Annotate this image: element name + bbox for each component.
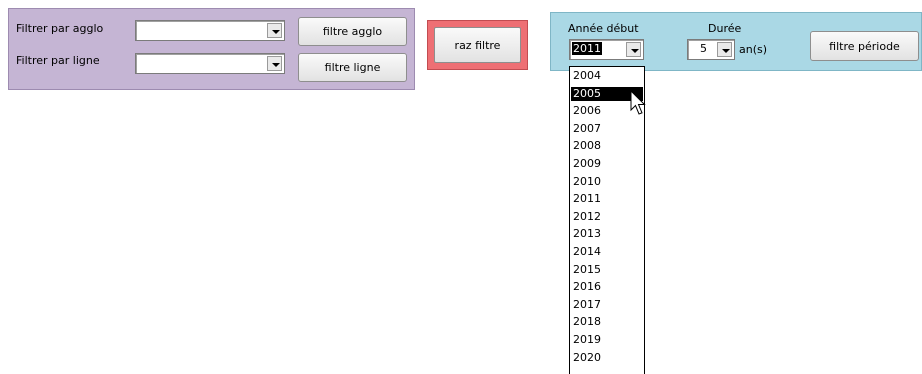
- reset-filter-button[interactable]: raz filtre: [434, 27, 521, 63]
- year-option-2010[interactable]: 2010: [571, 175, 643, 190]
- start-year-label: Année début: [568, 22, 639, 35]
- filter-agglo-button[interactable]: filtre agglo: [298, 17, 407, 46]
- duration-value: 5: [700, 42, 707, 55]
- year-option-2011[interactable]: 2011: [571, 192, 643, 207]
- start-year-select[interactable]: 2011: [569, 39, 644, 60]
- year-option-2020[interactable]: 2020: [571, 351, 643, 366]
- period-panel: Année début 2011 Durée 5 an(s) filtre pé…: [550, 12, 922, 71]
- chevron-down-icon[interactable]: [267, 23, 282, 38]
- filters-panel: Filtrer par agglo filtre agglo Filtrer p…: [8, 8, 415, 90]
- reset-panel: raz filtre: [427, 20, 528, 70]
- chevron-down-icon[interactable]: [626, 42, 641, 57]
- year-option-2012[interactable]: 2012: [571, 210, 643, 225]
- year-option-2008[interactable]: 2008: [571, 139, 643, 154]
- agglo-select[interactable]: [135, 20, 285, 41]
- year-option-2016[interactable]: 2016: [571, 280, 643, 295]
- year-option-2013[interactable]: 2013: [571, 227, 643, 242]
- year-option-2004[interactable]: 2004: [571, 69, 643, 84]
- year-option-2017[interactable]: 2017: [571, 298, 643, 313]
- duration-label: Durée: [708, 22, 742, 35]
- chevron-down-icon[interactable]: [267, 56, 282, 71]
- filter-ligne-button[interactable]: filtre ligne: [298, 53, 407, 82]
- year-option-2014[interactable]: 2014: [571, 245, 643, 260]
- year-option-2019[interactable]: 2019: [571, 333, 643, 348]
- duration-select[interactable]: 5: [687, 39, 735, 60]
- start-year-value: 2011: [572, 42, 602, 55]
- year-option-2007[interactable]: 2007: [571, 122, 643, 137]
- chevron-down-icon[interactable]: [717, 42, 732, 57]
- year-option-2009[interactable]: 2009: [571, 157, 643, 172]
- ligne-select[interactable]: [135, 53, 285, 74]
- duration-unit: an(s): [739, 43, 768, 56]
- agglo-filter-label: Filtrer par agglo: [16, 22, 104, 35]
- ligne-filter-label: Filtrer par ligne: [16, 54, 100, 67]
- year-option-2015[interactable]: 2015: [571, 263, 643, 278]
- filter-period-button[interactable]: filtre période: [810, 31, 919, 61]
- mouse-pointer-icon: [630, 90, 646, 115]
- year-option-2018[interactable]: 2018: [571, 315, 643, 330]
